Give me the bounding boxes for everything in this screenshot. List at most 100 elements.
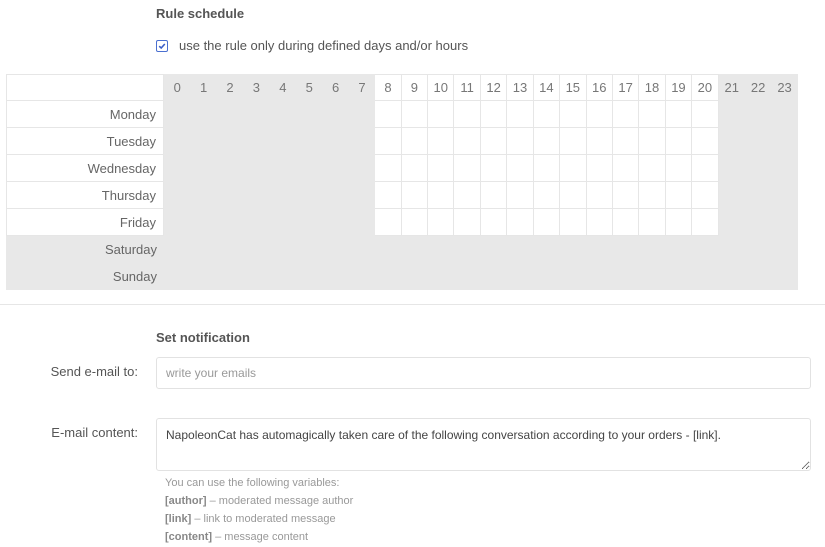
schedule-cell[interactable] — [533, 182, 561, 209]
schedule-cell[interactable] — [744, 155, 772, 182]
schedule-cell[interactable] — [401, 101, 429, 128]
schedule-cell[interactable] — [718, 101, 745, 128]
schedule-cell[interactable] — [164, 101, 191, 128]
hour-header-15[interactable]: 15 — [560, 74, 587, 101]
schedule-cell[interactable] — [692, 209, 719, 236]
hour-header-8[interactable]: 8 — [375, 74, 402, 101]
schedule-cell[interactable] — [454, 209, 481, 236]
schedule-cell[interactable] — [612, 263, 640, 290]
schedule-cell[interactable] — [560, 236, 587, 263]
hour-header-7[interactable]: 7 — [348, 74, 376, 101]
hour-header-2[interactable]: 2 — [216, 74, 244, 101]
schedule-cell[interactable] — [296, 128, 323, 155]
schedule-cell[interactable] — [322, 263, 349, 290]
schedule-cell[interactable] — [348, 101, 376, 128]
schedule-cell[interactable] — [665, 182, 693, 209]
schedule-cell[interactable] — [586, 236, 613, 263]
schedule-cell[interactable] — [665, 128, 693, 155]
schedule-cell[interactable] — [296, 182, 323, 209]
hour-header-19[interactable]: 19 — [665, 74, 693, 101]
hour-header-0[interactable]: 0 — [164, 74, 191, 101]
schedule-cell[interactable] — [744, 101, 772, 128]
schedule-cell[interactable] — [639, 101, 666, 128]
schedule-cell[interactable] — [269, 101, 297, 128]
schedule-cell[interactable] — [771, 128, 798, 155]
schedule-cell[interactable] — [296, 209, 323, 236]
schedule-cell[interactable] — [322, 155, 349, 182]
day-label[interactable]: Thursday — [6, 182, 164, 209]
schedule-cell[interactable] — [771, 263, 798, 290]
schedule-cell[interactable] — [243, 128, 270, 155]
schedule-cell[interactable] — [428, 209, 455, 236]
schedule-cell[interactable] — [692, 101, 719, 128]
schedule-cell[interactable] — [375, 236, 402, 263]
hour-header-16[interactable]: 16 — [586, 74, 613, 101]
schedule-cell[interactable] — [428, 236, 455, 263]
schedule-cell[interactable] — [639, 263, 666, 290]
schedule-cell[interactable] — [348, 182, 376, 209]
schedule-cell[interactable] — [586, 209, 613, 236]
schedule-cell[interactable] — [692, 236, 719, 263]
schedule-cell[interactable] — [348, 155, 376, 182]
schedule-cell[interactable] — [586, 155, 613, 182]
schedule-cell[interactable] — [454, 128, 481, 155]
schedule-cell[interactable] — [692, 182, 719, 209]
schedule-cell[interactable] — [612, 236, 640, 263]
day-label[interactable]: Wednesday — [6, 155, 164, 182]
schedule-cell[interactable] — [480, 182, 508, 209]
email-content-textarea[interactable]: NapoleonCat has automagically taken care… — [156, 418, 811, 471]
schedule-cell[interactable] — [744, 236, 772, 263]
schedule-cell[interactable] — [348, 263, 376, 290]
schedule-cell[interactable] — [533, 128, 561, 155]
hour-header-5[interactable]: 5 — [296, 74, 323, 101]
schedule-cell[interactable] — [744, 209, 772, 236]
schedule-cell[interactable] — [296, 263, 323, 290]
schedule-cell[interactable] — [480, 263, 508, 290]
schedule-cell[interactable] — [507, 236, 534, 263]
schedule-cell[interactable] — [164, 263, 191, 290]
schedule-cell[interactable] — [164, 236, 191, 263]
schedule-cell[interactable] — [348, 236, 376, 263]
schedule-checkbox[interactable] — [156, 39, 168, 52]
schedule-cell[interactable] — [612, 128, 640, 155]
schedule-cell[interactable] — [612, 182, 640, 209]
schedule-cell[interactable] — [560, 155, 587, 182]
schedule-cell[interactable] — [190, 209, 217, 236]
schedule-cell[interactable] — [428, 155, 455, 182]
schedule-cell[interactable] — [692, 263, 719, 290]
schedule-cell[interactable] — [164, 128, 191, 155]
schedule-cell[interactable] — [771, 155, 798, 182]
schedule-cell[interactable] — [586, 182, 613, 209]
hour-header-14[interactable]: 14 — [533, 74, 561, 101]
schedule-cell[interactable] — [243, 101, 270, 128]
schedule-cell[interactable] — [454, 101, 481, 128]
schedule-cell[interactable] — [718, 263, 745, 290]
schedule-cell[interactable] — [190, 263, 217, 290]
schedule-cell[interactable] — [533, 263, 561, 290]
hour-header-13[interactable]: 13 — [507, 74, 534, 101]
schedule-cell[interactable] — [665, 236, 693, 263]
schedule-cell[interactable] — [401, 209, 429, 236]
email-input[interactable] — [156, 357, 811, 389]
schedule-cell[interactable] — [480, 209, 508, 236]
schedule-cell[interactable] — [560, 263, 587, 290]
hour-header-10[interactable]: 10 — [428, 74, 455, 101]
hour-header-9[interactable]: 9 — [401, 74, 429, 101]
schedule-cell[interactable] — [348, 209, 376, 236]
schedule-cell[interactable] — [771, 236, 798, 263]
schedule-cell[interactable] — [718, 182, 745, 209]
schedule-cell[interactable] — [216, 128, 244, 155]
schedule-cell[interactable] — [771, 101, 798, 128]
schedule-cell[interactable] — [164, 182, 191, 209]
schedule-cell[interactable] — [428, 182, 455, 209]
schedule-cell[interactable] — [216, 236, 244, 263]
schedule-cell[interactable] — [190, 155, 217, 182]
schedule-cell[interactable] — [348, 128, 376, 155]
day-label[interactable]: Monday — [6, 101, 164, 128]
schedule-cell[interactable] — [375, 263, 402, 290]
schedule-cell[interactable] — [612, 155, 640, 182]
schedule-cell[interactable] — [216, 101, 244, 128]
schedule-cell[interactable] — [375, 128, 402, 155]
hour-header-20[interactable]: 20 — [692, 74, 719, 101]
schedule-cell[interactable] — [243, 209, 270, 236]
